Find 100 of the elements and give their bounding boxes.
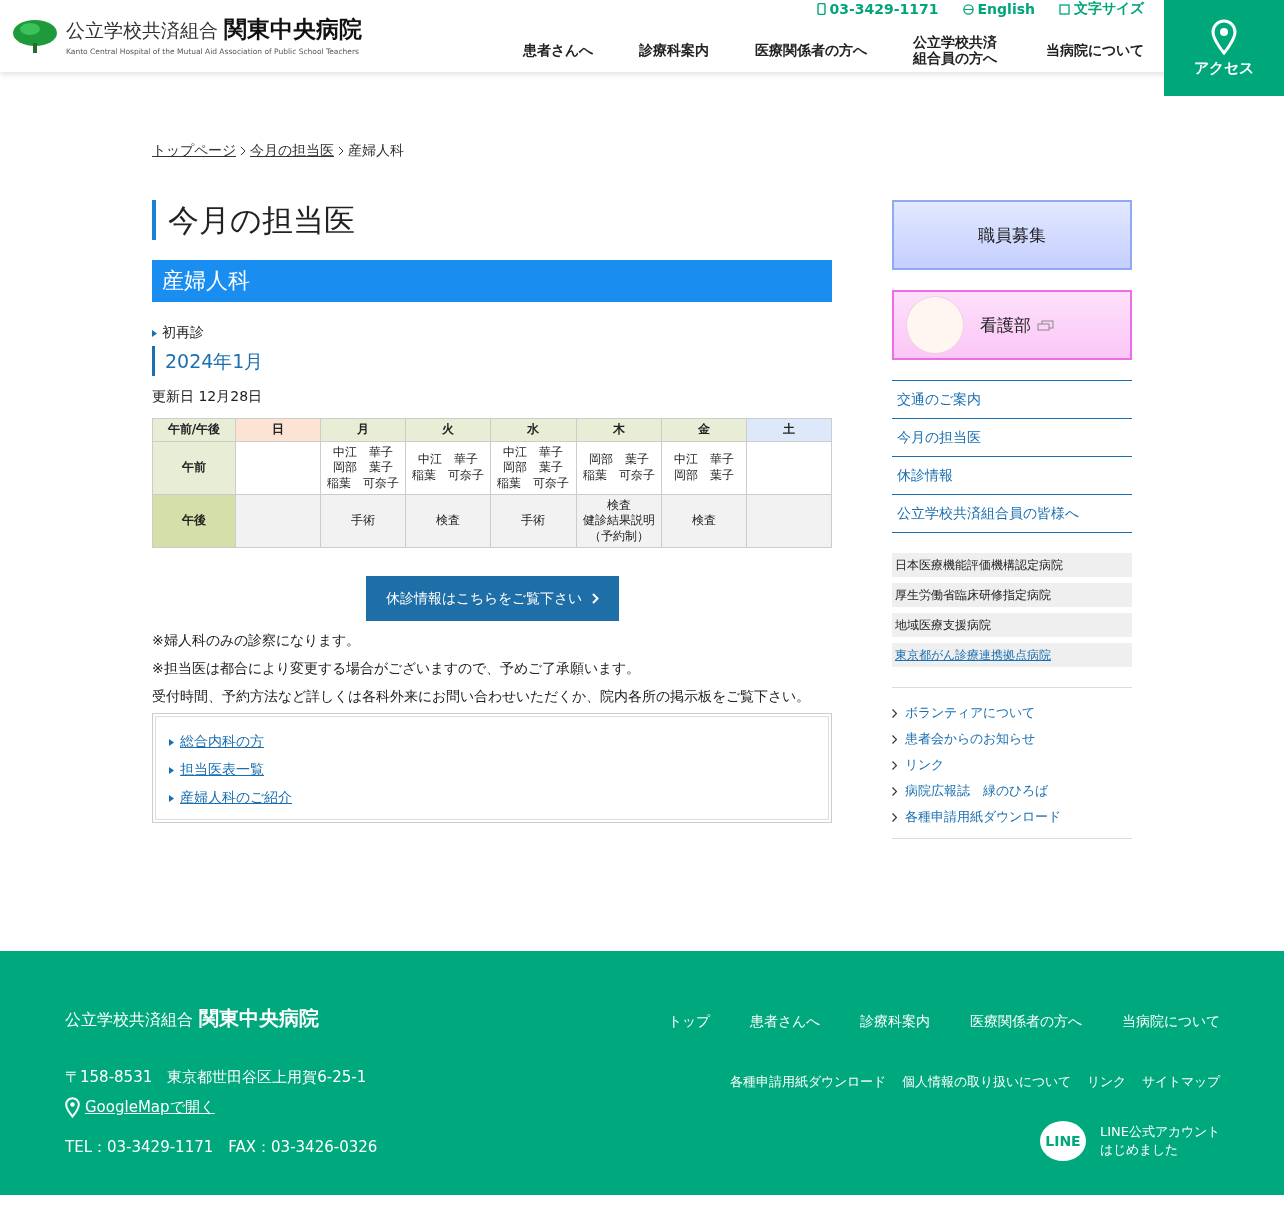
triangle-bullet-icon <box>152 329 157 337</box>
schedule-text: 稲葉 可奈子 <box>581 468 656 484</box>
certification-label: 日本医療機能評価機構認定病院 <box>895 558 1063 572</box>
chevron-right-icon <box>892 760 897 770</box>
day-header-cell: 水 <box>490 418 577 442</box>
day-header-cell: 土 <box>746 418 832 442</box>
day-header-cell: 金 <box>661 418 747 442</box>
footer-logo-subtitle: 公立学校共済組合 <box>65 1010 193 1031</box>
row-header-cell: 午後 <box>152 494 236 548</box>
sidebar-nav-link[interactable]: 今月の担当医 <box>892 419 1132 457</box>
footer-nav-link[interactable]: トップ <box>668 1013 710 1031</box>
sidebar-link[interactable]: 病院広報誌 緑のひろば <box>905 782 1048 800</box>
sidebar-nav-link[interactable]: 休診情報 <box>892 457 1132 495</box>
schedule-text: 稲葉 可奈子 <box>326 475 401 492</box>
schedule-text: 中江 華子 <box>502 444 565 461</box>
note-text: ※婦人科のみの診察になります。 <box>152 631 361 649</box>
sidebar-nav-link[interactable]: 交通のご案内 <box>892 381 1132 419</box>
breadcrumb-current: 産婦人科 <box>348 142 404 160</box>
utility-link[interactable]: 文字サイズ <box>1059 0 1144 18</box>
schedule-text: （予約制） <box>587 528 650 545</box>
tel-fax-text: TEL：03-3429-1171 FAX：03-3426-0326 <box>65 1138 378 1157</box>
chevron-right-icon <box>591 593 599 604</box>
schedule-text: 中江 華子 <box>672 452 735 468</box>
footer-sub-link[interactable]: 各種申請用紙ダウンロード <box>730 1073 886 1091</box>
google-map-link[interactable]: GoogleMapで開く <box>85 1098 215 1117</box>
month-heading: 2024年1月 <box>152 346 832 376</box>
sidebar-link[interactable]: リンク <box>905 756 944 774</box>
nav-link[interactable]: 当病院について <box>1046 41 1144 59</box>
certification-label: 厚生労働省臨床研修指定病院 <box>895 588 1051 602</box>
schedule-text: 検査 <box>435 513 462 529</box>
day-header-cell: 火 <box>405 418 491 442</box>
sidebar-link[interactable]: ボランティアについて <box>905 704 1035 722</box>
subsection-label: 初再診 <box>162 324 204 342</box>
map-pin-icon <box>65 1097 80 1118</box>
breadcrumb-link[interactable]: 今月の担当医 <box>250 142 334 160</box>
nav-link[interactable]: 診療科案内 <box>639 41 710 59</box>
footer-sub-link[interactable]: リンク <box>1087 1073 1126 1091</box>
nav-link[interactable]: 公立学校共済組合員の方へ <box>913 33 1000 67</box>
day-header-cell: 月 <box>320 418 406 442</box>
nursing-banner[interactable]: 看護部 <box>892 290 1132 360</box>
schedule-text: 稲葉 可奈子 <box>496 475 571 492</box>
phone-icon <box>816 3 826 15</box>
line-account-text: はじめました <box>1100 1141 1179 1159</box>
schedule-text: 中江 華子 <box>417 452 480 468</box>
certification-label: 地域医療支援病院 <box>895 618 991 632</box>
related-link[interactable]: 産婦人科のご紹介 <box>180 789 292 807</box>
external-link-icon <box>1037 319 1054 331</box>
closure-info-button[interactable]: 休診情報はこちらをご覧下さい <box>365 576 619 621</box>
footer-logo-title: 関東中央病院 <box>199 1005 319 1032</box>
schedule-text: 岡部 葉子 <box>672 468 735 484</box>
updated-date: 更新日 12月28日 <box>152 388 264 406</box>
triangle-bullet-icon <box>169 766 174 774</box>
footer-nav-link[interactable]: 当病院について <box>1122 1013 1220 1031</box>
chevron-right-icon <box>892 708 897 718</box>
chevron-right-icon <box>892 786 897 796</box>
schedule-text: 手術 <box>350 513 377 529</box>
related-link[interactable]: 担当医表一覧 <box>180 761 264 779</box>
globe-icon <box>962 3 974 15</box>
note-text: ※担当医は都合により変更する場合がございますので、予めご了承願います。 <box>152 659 641 677</box>
nav-link[interactable]: 患者さんへ <box>523 41 594 59</box>
schedule-text: 健診結果説明 <box>581 513 656 529</box>
day-header-cell: 木 <box>576 418 662 442</box>
footer-nav-link[interactable]: 医療関係者の方へ <box>970 1013 1082 1031</box>
sidebar-link[interactable]: 患者会からのお知らせ <box>905 730 1035 748</box>
access-button[interactable]: アクセス <box>1164 0 1284 96</box>
logo-title: 関東中央病院 <box>224 15 362 44</box>
utility-link[interactable]: 03-3429-1171 <box>816 0 939 18</box>
text-size-icon <box>1059 3 1070 15</box>
nav-link[interactable]: 医療関係者の方へ <box>755 41 868 59</box>
breadcrumb-link[interactable]: トップページ <box>152 142 236 160</box>
schedule-text: 岡部 葉子 <box>332 460 395 476</box>
line-logo-icon: LINE <box>1040 1121 1086 1161</box>
schedule-text: 岡部 葉子 <box>587 452 650 468</box>
schedule-text: 稲葉 可奈子 <box>411 468 486 484</box>
map-pin-icon <box>1211 18 1237 55</box>
chevron-right-icon <box>892 734 897 744</box>
schedule-text: 検査 <box>690 513 717 529</box>
schedule-text: 手術 <box>520 513 547 529</box>
footer-nav-link[interactable]: 診療科案内 <box>860 1013 930 1031</box>
triangle-bullet-icon <box>169 738 174 746</box>
schedule-text: 岡部 葉子 <box>502 460 565 476</box>
recruitment-banner[interactable]: 職員募集 <box>892 200 1132 270</box>
sidebar-link[interactable]: 各種申請用紙ダウンロード <box>905 808 1061 826</box>
footer-sub-link[interactable]: 個人情報の取り扱いについて <box>902 1073 1071 1091</box>
row-header-cell: 午前 <box>152 441 236 495</box>
footer-nav-link[interactable]: 患者さんへ <box>750 1013 820 1031</box>
chevron-right-icon <box>338 146 344 156</box>
schedule-text: 検査 <box>605 497 632 514</box>
sidebar-nav-link[interactable]: 公立学校共済組合員の皆様へ <box>892 495 1132 533</box>
related-link[interactable]: 総合内科の方 <box>180 733 264 751</box>
logo-subtitle: 公立学校共済組合 <box>66 18 218 43</box>
page-title: 今月の担当医 <box>152 200 832 240</box>
utility-link[interactable]: English <box>962 0 1035 18</box>
tree-logo-icon <box>12 19 58 53</box>
triangle-bullet-icon <box>169 794 174 802</box>
table-header-cell: 午前/午後 <box>152 418 236 442</box>
footer-sub-link[interactable]: サイトマップ <box>1142 1073 1220 1091</box>
address-text: 〒158-8531 東京都世田谷区上用賀6-25-1 <box>65 1068 368 1087</box>
chevron-right-icon <box>892 812 897 822</box>
line-account-link[interactable]: LINE LINE公式アカウント はじめました <box>1040 1121 1220 1161</box>
